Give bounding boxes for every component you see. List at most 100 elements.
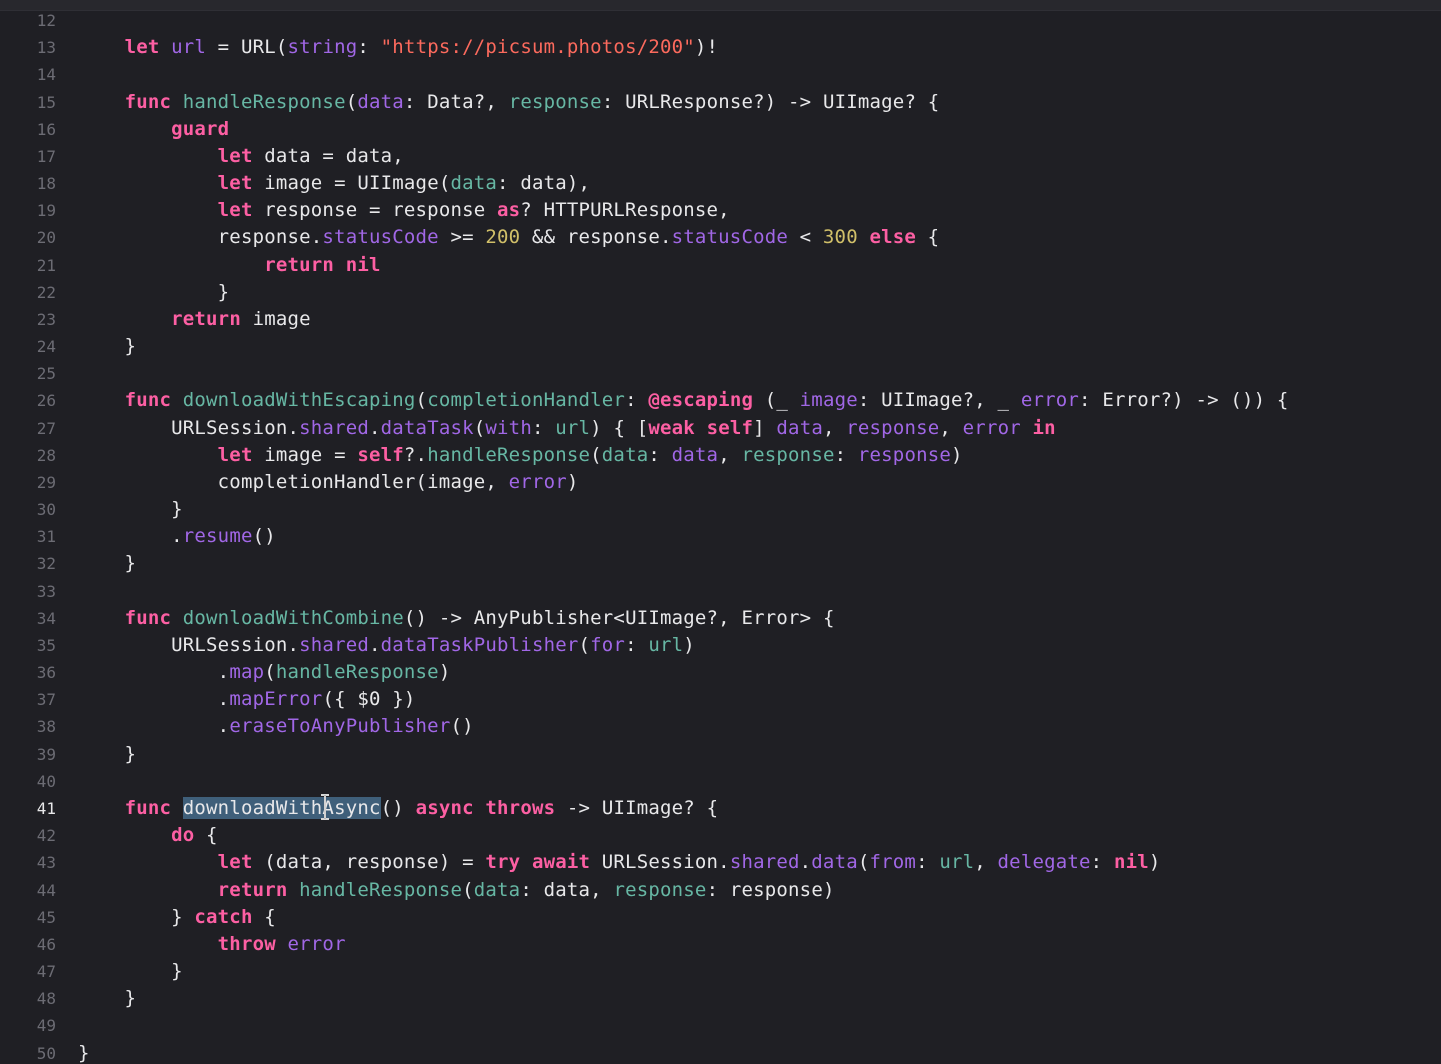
- code-line[interactable]: 47 }: [0, 958, 1441, 985]
- code-line[interactable]: 12: [0, 7, 1441, 34]
- line-number: 38: [36, 717, 56, 737]
- line-number: 50: [36, 1043, 56, 1063]
- code-token: && response.: [520, 226, 672, 249]
- code-token: (: [345, 90, 358, 113]
- line-number: 25: [36, 364, 56, 384]
- code-line[interactable]: 15 func handleResponse(data: Data?, resp…: [0, 89, 1441, 116]
- line-number: 26: [36, 391, 56, 411]
- code-token: :: [403, 90, 428, 113]
- code-text: .mapError({ $0 }): [78, 686, 416, 713]
- line-number: 42: [36, 826, 56, 846]
- code-token: with: [485, 416, 532, 439]
- code-line[interactable]: 25: [0, 360, 1441, 387]
- code-token: :: [648, 443, 672, 466]
- code-token: : data),: [497, 172, 591, 195]
- line-number: 12: [36, 11, 56, 30]
- code-area[interactable]: 12 13 let url = URL(string: "https://pics…: [0, 7, 1441, 1064]
- code-token: :: [857, 389, 882, 412]
- code-line[interactable]: 31 .resume(): [0, 523, 1441, 550]
- code-line[interactable]: 42 do {: [0, 822, 1441, 849]
- code-line[interactable]: 46 throw error: [0, 931, 1441, 958]
- code-line[interactable]: 44 return handleResponse(data: data, res…: [0, 877, 1441, 904]
- code-line[interactable]: 37 .mapError({ $0 }): [0, 686, 1441, 713]
- code-token: error: [1020, 389, 1080, 412]
- code-line[interactable]: 28 let image = self?.handleResponse(data…: [0, 442, 1441, 469]
- code-token: .: [78, 661, 230, 684]
- line-number: 32: [36, 554, 56, 574]
- code-token: func: [124, 389, 172, 412]
- code-line[interactable]: 21 return nil: [0, 252, 1441, 279]
- code-text: let data = data,: [78, 143, 404, 170]
- code-line[interactable]: 48 }: [0, 985, 1441, 1012]
- code-line[interactable]: 26 func downloadWithEscaping(completionH…: [0, 387, 1441, 414]
- code-token: from: [869, 851, 917, 874]
- code-line[interactable]: 13 let url = URL(string: "https://picsum…: [0, 34, 1441, 61]
- code-line[interactable]: 36 .map(handleResponse): [0, 659, 1441, 686]
- code-text: func downloadWithCombine() -> AnyPublish…: [78, 605, 835, 632]
- code-token: 300: [822, 226, 858, 249]
- code-token: URLResponse: [625, 90, 754, 113]
- code-text: }: [78, 496, 183, 523]
- code-line[interactable]: 34 func downloadWithCombine() -> AnyPubl…: [0, 605, 1441, 632]
- code-line[interactable]: 35 URLSession.shared.dataTaskPublisher(f…: [0, 632, 1441, 659]
- code-text: let response = response as? HTTPURLRespo…: [78, 197, 730, 224]
- line-number: 31: [36, 527, 56, 547]
- code-line[interactable]: 14: [0, 61, 1441, 88]
- code-line[interactable]: 17 let data = data,: [0, 143, 1441, 170]
- code-line[interactable]: 20 response.statusCode >= 200 && respons…: [0, 224, 1441, 251]
- code-line[interactable]: 32 }: [0, 550, 1441, 577]
- code-line[interactable]: 19 let response = response as? HTTPURLRe…: [0, 197, 1441, 224]
- code-token: (: [275, 36, 288, 59]
- code-text: }: [78, 550, 136, 577]
- code-line[interactable]: 33: [0, 578, 1441, 605]
- code-token: statusCode: [671, 226, 788, 249]
- code-line[interactable]: 45 } catch {: [0, 904, 1441, 931]
- code-line[interactable]: 23 return image: [0, 306, 1441, 333]
- code-token: ? {: [904, 90, 940, 113]
- code-text: }: [78, 741, 136, 768]
- code-token: HTTPURLResponse: [543, 199, 719, 222]
- code-token: UIImage: [881, 389, 963, 412]
- code-token: :: [916, 851, 940, 874]
- code-token: () ->: [403, 606, 474, 629]
- code-line[interactable]: 24 }: [0, 333, 1441, 360]
- code-token: (): [380, 796, 416, 819]
- code-token: in: [1032, 416, 1056, 439]
- code-line[interactable]: 29 completionHandler(image, error): [0, 469, 1441, 496]
- code-token: 200: [485, 226, 521, 249]
- code-token: (: [857, 851, 870, 874]
- code-token: func: [124, 796, 172, 819]
- code-line[interactable]: 30 }: [0, 496, 1441, 523]
- code-token: .: [718, 851, 730, 874]
- code-line[interactable]: 49: [0, 1012, 1441, 1039]
- code-token: eraseToAnyPublisher: [229, 715, 451, 738]
- code-token: Error: [741, 606, 800, 629]
- code-line[interactable]: 22 }: [0, 279, 1441, 306]
- code-token: image =: [252, 172, 358, 195]
- code-line[interactable]: 50}: [0, 1040, 1441, 1064]
- code-editor[interactable]: 12 13 let url = URL(string: "https://pics…: [0, 0, 1441, 1064]
- line-number: 28: [36, 445, 56, 465]
- code-line[interactable]: 41 func downloadWithAsync() async throws…: [0, 795, 1441, 822]
- code-line[interactable]: 18 let image = UIImage(data: data),: [0, 170, 1441, 197]
- code-line[interactable]: 40: [0, 768, 1441, 795]
- code-token: handleResponse: [299, 878, 463, 901]
- line-number: 36: [36, 663, 56, 683]
- code-line[interactable]: 39 }: [0, 741, 1441, 768]
- code-line[interactable]: 38 .eraseToAnyPublisher(): [0, 713, 1441, 740]
- code-line[interactable]: 16 guard: [0, 116, 1441, 143]
- code-token: :: [834, 443, 858, 466]
- code-text: completionHandler(image, error): [78, 469, 579, 496]
- text-cursor-icon: [321, 794, 329, 820]
- code-line[interactable]: 27 URLSession.shared.dataTask(with: url)…: [0, 415, 1441, 442]
- code-token: return: [264, 253, 335, 276]
- code-token: data: [811, 851, 858, 874]
- code-line[interactable]: 43 let (data, response) = try await URLS…: [0, 849, 1441, 876]
- code-text: response.statusCode >= 200 && response.s…: [78, 224, 939, 251]
